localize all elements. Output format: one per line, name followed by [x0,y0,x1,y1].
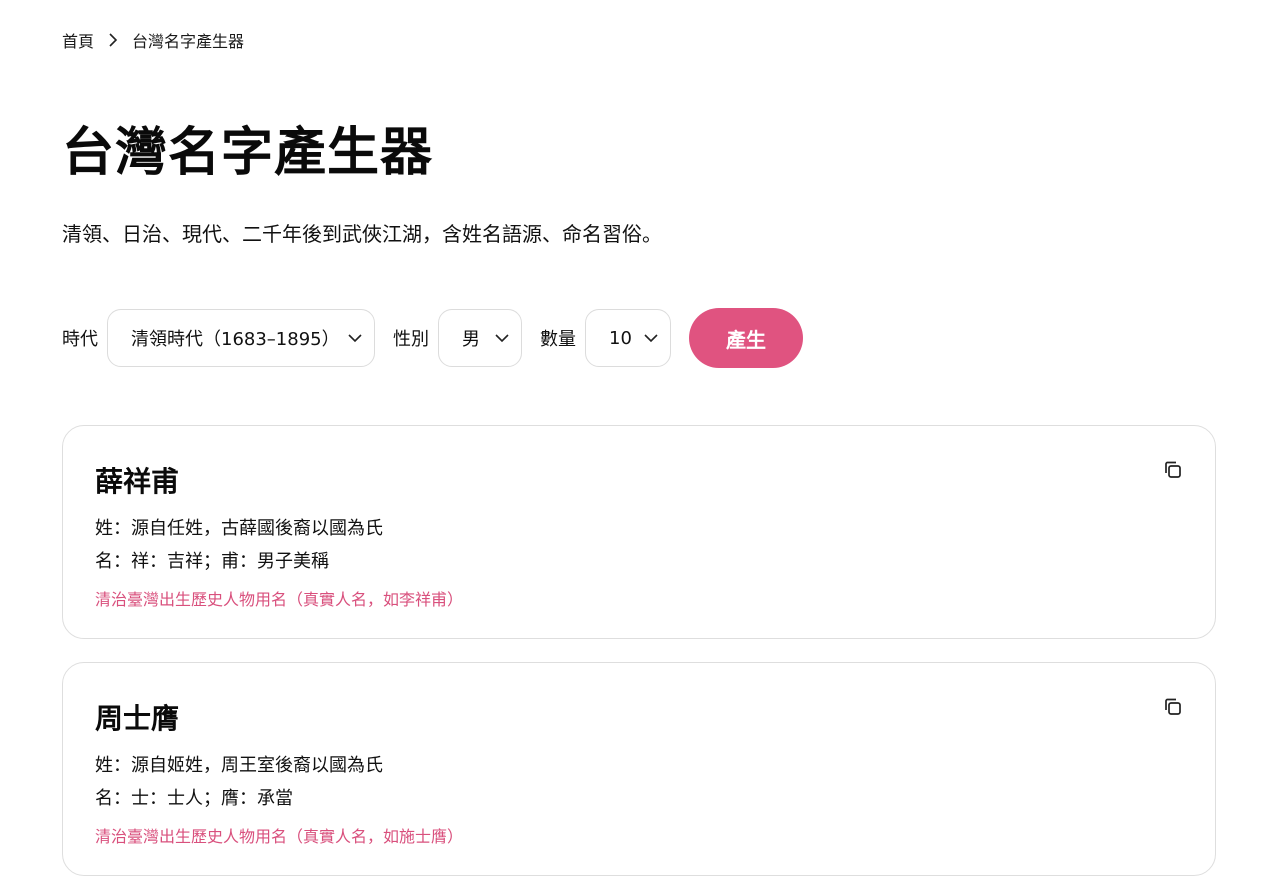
page: 首頁 台灣名字產生器 台灣名字產生器 清領、日治、現代、二千年後到武俠江湖，含姓… [0,0,1280,896]
given-name-meaning: 名：祥：吉祥；甫：男子美稱 [95,551,329,572]
copy-icon[interactable] [1163,697,1183,717]
gender-label: 性別 [393,329,429,350]
name-note: 清治臺灣出生歷史人物用名（真實人名，如施士膺） [95,827,464,846]
copy-icon[interactable] [1163,460,1183,480]
name-card: 周士膺 姓：源自姬姓，周王室後裔以國為氏 名：士：士人；膺：承當 清治臺灣出生歷… [62,662,1216,876]
gender-select[interactable]: 男 [438,309,522,367]
chevron-down-icon [495,334,509,343]
page-subtitle: 清領、日治、現代、二千年後到武俠江湖，含姓名語源、命名習俗。 [62,222,662,246]
chevron-right-icon [108,30,118,50]
breadcrumb: 首頁 台灣名字產生器 [62,28,244,52]
gender-select-value: 男 [462,329,480,350]
breadcrumb-current: 台灣名字產生器 [132,32,245,51]
given-name-meaning: 名：士：士人；膺：承當 [95,788,293,809]
count-select-value: 10 [609,327,632,349]
era-label: 時代 [62,329,98,350]
era-select[interactable]: 清領時代（1683–1895） [107,309,375,367]
name-card: 薛祥甫 姓：源自任姓，古薛國後裔以國為氏 名：祥：吉祥；甫：男子美稱 清治臺灣出… [62,425,1216,639]
generated-name: 薛祥甫 [95,465,180,498]
chevron-down-icon [644,334,658,343]
generator-controls: 時代 清領時代（1683–1895） 性別 男 數量 10 產生 [62,308,803,368]
breadcrumb-home-link[interactable]: 首頁 [62,28,94,52]
surname-origin: 姓：源自任姓，古薛國後裔以國為氏 [95,518,383,539]
name-note: 清治臺灣出生歷史人物用名（真實人名，如李祥甫） [95,590,464,609]
count-label: 數量 [540,329,576,350]
generate-button[interactable]: 產生 [689,308,803,368]
chevron-down-icon [348,334,362,343]
era-select-value: 清領時代（1683–1895） [131,329,340,350]
page-title: 台灣名字產生器 [62,123,434,183]
surname-origin: 姓：源自姬姓，周王室後裔以國為氏 [95,755,383,776]
count-select[interactable]: 10 [585,309,671,367]
generated-name: 周士膺 [95,702,180,735]
